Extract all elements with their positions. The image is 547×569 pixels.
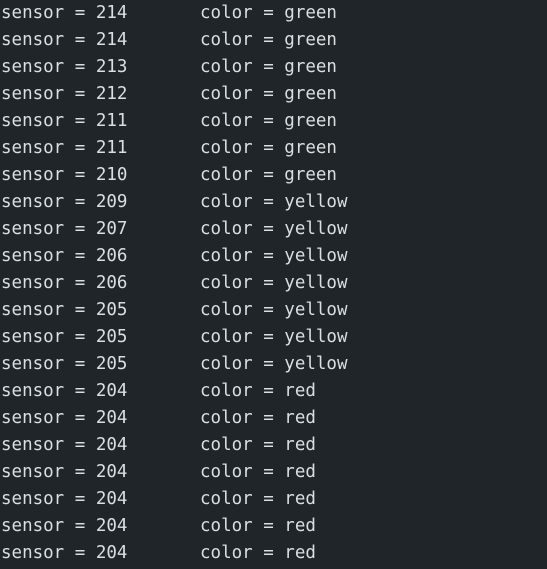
output-line: sensor = 204 color = red [0,459,547,486]
color-reading: color = yellow [200,300,348,320]
output-line: sensor = 206 color = yellow [0,270,547,297]
color-reading: color = green [200,165,337,185]
output-line: sensor = 204 color = red [0,432,547,459]
output-line: sensor = 204 color = red [0,486,547,513]
sensor-reading: sensor = 204 [1,435,128,455]
sensor-reading: sensor = 212 [1,84,128,104]
color-reading: color = yellow [200,273,348,293]
color-reading: color = green [200,84,337,104]
output-line: sensor = 213 color = green [0,54,547,81]
sensor-reading: sensor = 204 [1,543,128,563]
sensor-reading: sensor = 204 [1,408,128,428]
sensor-reading: sensor = 213 [1,57,128,77]
color-reading: color = red [200,435,316,455]
color-reading: color = red [200,516,316,536]
sensor-reading: sensor = 211 [1,138,128,158]
sensor-reading: sensor = 210 [1,165,128,185]
output-line: sensor = 211 color = green [0,135,547,162]
sensor-reading: sensor = 211 [1,111,128,131]
color-reading: color = yellow [200,192,348,212]
color-reading: color = red [200,543,316,563]
color-reading: color = yellow [200,327,348,347]
output-line: sensor = 212 color = green [0,81,547,108]
output-line: sensor = 214 color = green [0,0,547,27]
sensor-reading: sensor = 206 [1,246,128,266]
output-line: sensor = 204 color = red [0,378,547,405]
output-line: sensor = 205 color = yellow [0,324,547,351]
sensor-reading: sensor = 205 [1,354,128,374]
output-line: sensor = 207 color = yellow [0,216,547,243]
color-reading: color = red [200,462,316,482]
color-reading: color = red [200,408,316,428]
sensor-reading: sensor = 205 [1,327,128,347]
color-reading: color = yellow [200,354,348,374]
sensor-reading: sensor = 209 [1,192,128,212]
sensor-reading: sensor = 214 [1,30,128,50]
sensor-reading: sensor = 214 [1,3,128,23]
color-reading: color = red [200,381,316,401]
color-reading: color = green [200,138,337,158]
sensor-reading: sensor = 204 [1,462,128,482]
output-line: sensor = 210 color = green [0,162,547,189]
color-reading: color = green [200,3,337,23]
sensor-reading: sensor = 206 [1,273,128,293]
output-line: sensor = 204 color = red [0,405,547,432]
output-line: sensor = 206 color = yellow [0,243,547,270]
output-line: sensor = 214 color = green [0,27,547,54]
color-reading: color = green [200,111,337,131]
color-reading: color = green [200,30,337,50]
sensor-reading: sensor = 204 [1,516,128,536]
output-line: sensor = 209 color = yellow [0,189,547,216]
output-line: sensor = 211 color = green [0,108,547,135]
output-line: sensor = 204 color = red [0,540,547,567]
color-reading: color = yellow [200,219,348,239]
sensor-reading: sensor = 205 [1,300,128,320]
output-line: sensor = 205 color = yellow [0,297,547,324]
output-line: sensor = 205 color = yellow [0,351,547,378]
color-reading: color = green [200,57,337,77]
color-reading: color = yellow [200,246,348,266]
sensor-reading: sensor = 204 [1,381,128,401]
sensor-reading: sensor = 204 [1,489,128,509]
output-line: sensor = 204 color = red [0,513,547,540]
sensor-reading: sensor = 207 [1,219,128,239]
color-reading: color = red [200,489,316,509]
serial-monitor-output[interactable]: sensor = 214 color = green sensor = 214 co… [0,0,547,569]
